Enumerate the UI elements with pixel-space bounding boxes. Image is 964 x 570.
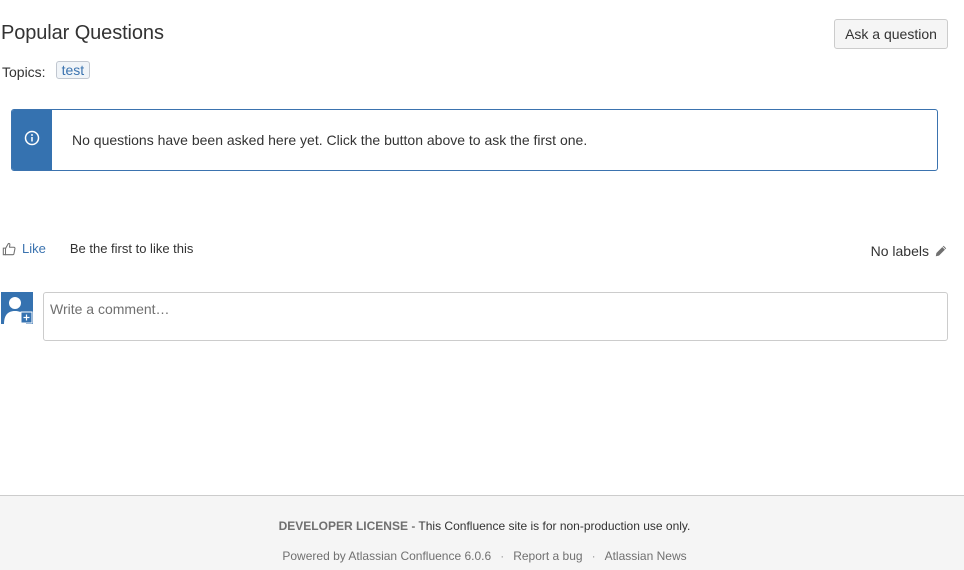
report-bug-link[interactable]: Report a bug (513, 549, 582, 563)
like-row: Like Be the first to like this (2, 241, 193, 256)
user-avatar (1, 292, 33, 324)
comment-input[interactable]: Write a comment… (43, 292, 948, 341)
thumbs-up-icon (2, 242, 16, 256)
pencil-icon[interactable] (935, 245, 947, 257)
info-message-text: No questions have been asked here yet. C… (72, 132, 588, 148)
footer: DEVELOPER LICENSE - This Confluence site… (0, 495, 964, 570)
info-message: No questions have been asked here yet. C… (11, 109, 938, 171)
powered-by-link[interactable]: Powered by Atlassian Confluence 6.0.6 (282, 549, 491, 563)
footer-separator: · (500, 549, 505, 563)
ask-question-button[interactable]: Ask a question (834, 19, 948, 49)
info-strip (12, 110, 52, 170)
like-description: Be the first to like this (69, 241, 194, 256)
default-avatar-icon (1, 292, 33, 324)
license-text: - This Confluence site is for non-produc… (407, 519, 691, 533)
topics-label: Topics: (2, 64, 46, 80)
topic-tag-test[interactable]: test (55, 61, 91, 79)
page-title: Popular Questions (1, 22, 164, 44)
like-button[interactable]: Like (2, 241, 46, 256)
topics-row: Topics: test (2, 61, 91, 81)
license-type: DEVELOPER LICENSE (278, 519, 408, 533)
footer-separator: · (591, 549, 596, 563)
like-label: Like (22, 241, 46, 256)
labels-area[interactable]: No labels (871, 243, 947, 259)
atlassian-news-link[interactable]: Atlassian News (605, 549, 687, 563)
license-notice: DEVELOPER LICENSE - This Confluence site… (0, 519, 964, 533)
footer-links: Powered by Atlassian Confluence 6.0.6 · Re… (0, 549, 964, 563)
info-icon (24, 130, 40, 151)
labels-text: No labels (870, 243, 929, 259)
